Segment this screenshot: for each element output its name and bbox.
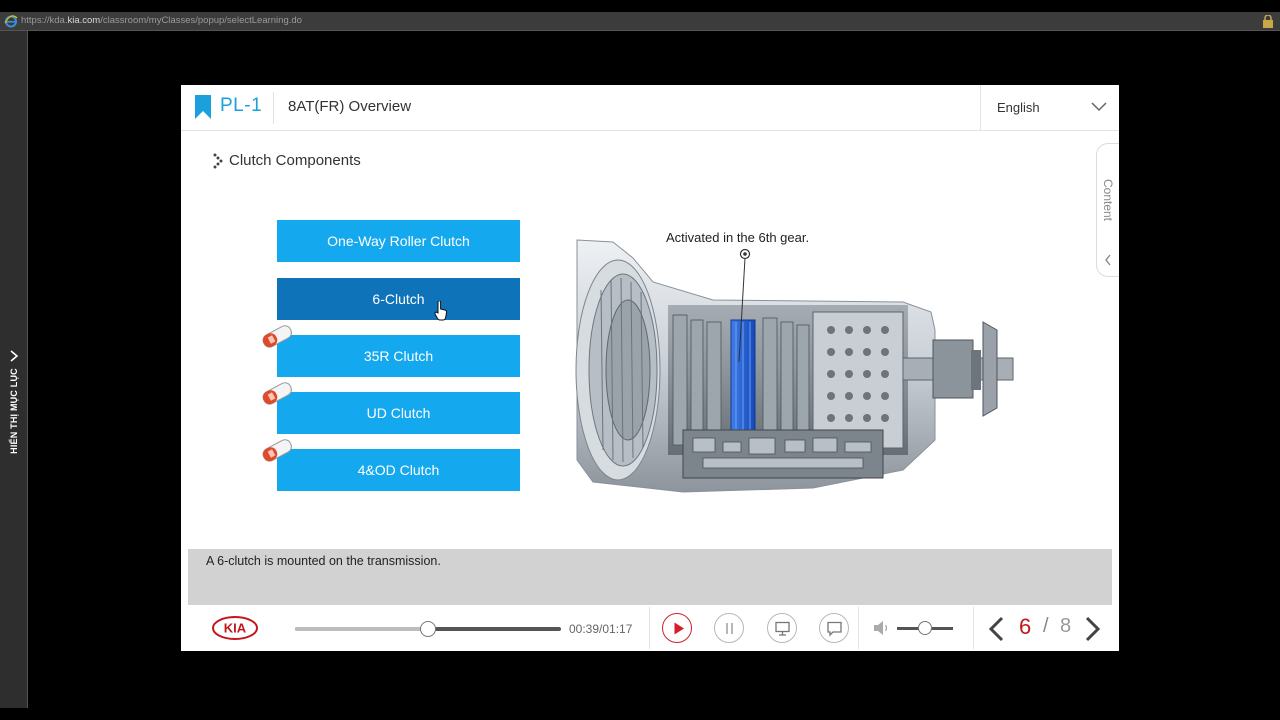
learning-window: PL-1 8AT(FR) Overview English Clutch Com…	[181, 85, 1119, 651]
diagram-annotation: Activated in the 6th gear.	[666, 230, 810, 245]
time-display: 00:39/01:17	[569, 622, 633, 636]
mouse-cursor-icon	[434, 301, 448, 321]
divider	[973, 607, 974, 649]
chevron-right-icon	[10, 350, 19, 362]
monitor-icon	[775, 621, 790, 636]
current-page: 6	[1019, 614, 1032, 639]
divider	[649, 607, 650, 649]
progress-thumb[interactable]	[420, 621, 436, 637]
content-panel-tab[interactable]: Content	[1096, 143, 1119, 277]
dotted-arrow-icon	[213, 153, 223, 169]
ie-icon	[4, 15, 18, 28]
clutch-button-6[interactable]: 6-Clutch	[277, 278, 520, 320]
show-toc-toggle[interactable]: HIỂN THỊ MỤC LỤC	[0, 331, 28, 491]
volume-thumb[interactable]	[918, 621, 932, 635]
previous-page-button[interactable]	[986, 616, 1008, 642]
course-code: PL-1	[220, 95, 263, 116]
caption-button[interactable]	[819, 613, 849, 643]
pause-icon	[726, 623, 733, 634]
lock-icon[interactable]	[1262, 15, 1274, 28]
bookmark-icon	[195, 95, 211, 119]
clutch-button-35r[interactable]: 35R Clutch	[277, 335, 520, 377]
clutch-button-4od[interactable]: 4&OD Clutch	[277, 449, 520, 491]
player-controls: KIA 00:39/01:17 6 / 8	[181, 605, 1119, 651]
course-title: 8AT(FR) Overview	[288, 98, 412, 115]
pause-button[interactable]	[714, 613, 744, 643]
total-pages: 8	[1060, 615, 1072, 637]
visited-marker-icon	[262, 325, 292, 348]
chevron-left-icon	[1105, 254, 1111, 266]
language-select[interactable]: English	[980, 85, 1119, 131]
next-page-button[interactable]	[1081, 616, 1103, 642]
window-bottom-bar	[0, 708, 1280, 720]
chevron-down-icon	[1091, 102, 1107, 112]
narration-caption: A 6-clutch is mounted on the transmissio…	[188, 549, 1112, 605]
toc-toggle-label: HIỂN THỊ MỤC LỤC	[9, 368, 19, 454]
speaker-icon[interactable]	[873, 620, 891, 636]
transmission-cutaway-image	[575, 239, 1014, 493]
course-header: PL-1 8AT(FR) Overview English	[181, 85, 1119, 131]
content-tab-label: Content	[1101, 178, 1115, 222]
divider	[858, 607, 859, 649]
visited-marker-icon	[262, 439, 292, 462]
play-button[interactable]	[662, 613, 692, 643]
table-of-contents-sidebar: HIỂN THỊ MỤC LỤC	[0, 31, 28, 708]
screen-button[interactable]	[767, 613, 797, 643]
clutch-button-one-way-roller[interactable]: One-Way Roller Clutch	[277, 220, 520, 262]
clutch-button-ud[interactable]: UD Clutch	[277, 392, 520, 434]
url-text[interactable]: https://kda.kia.com/classroom/myClasses/…	[21, 15, 302, 26]
language-select-value: English	[997, 100, 1040, 115]
visited-marker-icon	[262, 382, 292, 405]
header-divider	[273, 92, 274, 124]
progress-fill	[295, 627, 428, 631]
address-bar: https://kda.kia.com/classroom/myClasses/…	[0, 12, 1280, 31]
caption-text: A 6-clutch is mounted on the transmissio…	[206, 554, 441, 568]
kia-logo: KIA	[212, 616, 258, 640]
speech-bubble-icon	[827, 621, 842, 637]
section-title-text: Clutch Components	[229, 152, 361, 169]
play-icon	[674, 622, 684, 635]
page-separator: /	[1043, 615, 1049, 637]
svg-text:KIA: KIA	[224, 621, 247, 636]
